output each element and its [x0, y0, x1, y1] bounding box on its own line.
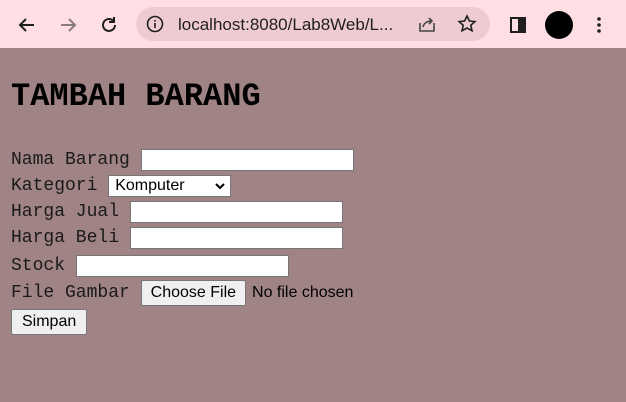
profile-avatar[interactable]: [545, 11, 573, 39]
harga-jual-label: Harga Jual: [11, 202, 120, 222]
kategori-label: Kategori: [11, 176, 98, 196]
stock-row: Stock: [11, 253, 289, 279]
share-icon[interactable]: [416, 13, 438, 35]
back-arrow-icon[interactable]: [14, 12, 40, 38]
file-gambar-row: File Gambar Choose File No file chosen: [11, 280, 353, 306]
harga-beli-row: Harga Beli: [11, 225, 343, 251]
harga-beli-input[interactable]: [129, 227, 343, 249]
star-icon[interactable]: [456, 13, 478, 35]
kebab-menu-icon[interactable]: [586, 12, 612, 38]
page-title: TAMBAH BARANG: [11, 78, 261, 115]
choose-file-button[interactable]: Choose File: [140, 280, 247, 306]
simpan-button[interactable]: Simpan: [11, 309, 88, 335]
kategori-select[interactable]: Komputer: [108, 175, 232, 197]
nama-barang-row: Nama Barang: [11, 147, 354, 173]
page-content: TAMBAH BARANG Nama Barang Kategori Kompu…: [0, 48, 626, 402]
stock-label: Stock: [11, 256, 66, 276]
nama-barang-label: Nama Barang: [11, 150, 130, 170]
url-text: localhost:8080/Lab8Web/L...: [178, 15, 394, 34]
site-info-icon[interactable]: [146, 15, 164, 33]
kategori-selected-value: Komputer: [115, 177, 185, 194]
side-panel-icon[interactable]: [505, 12, 531, 38]
harga-jual-input[interactable]: [129, 201, 343, 223]
forward-arrow-icon[interactable]: [55, 12, 81, 38]
chevron-down-icon: [215, 183, 225, 190]
file-gambar-label: File Gambar: [11, 283, 130, 303]
address-bar[interactable]: localhost:8080/Lab8Web/L...: [136, 7, 490, 41]
file-status-text: No file chosen: [252, 284, 354, 301]
harga-beli-label: Harga Beli: [11, 228, 120, 248]
kategori-row: Kategori Komputer: [11, 173, 232, 199]
browser-toolbar: localhost:8080/Lab8Web/L...: [0, 0, 626, 48]
reload-icon[interactable]: [96, 12, 122, 38]
stock-input[interactable]: [75, 255, 289, 277]
harga-jual-row: Harga Jual: [11, 199, 343, 225]
nama-barang-input[interactable]: [140, 149, 354, 171]
